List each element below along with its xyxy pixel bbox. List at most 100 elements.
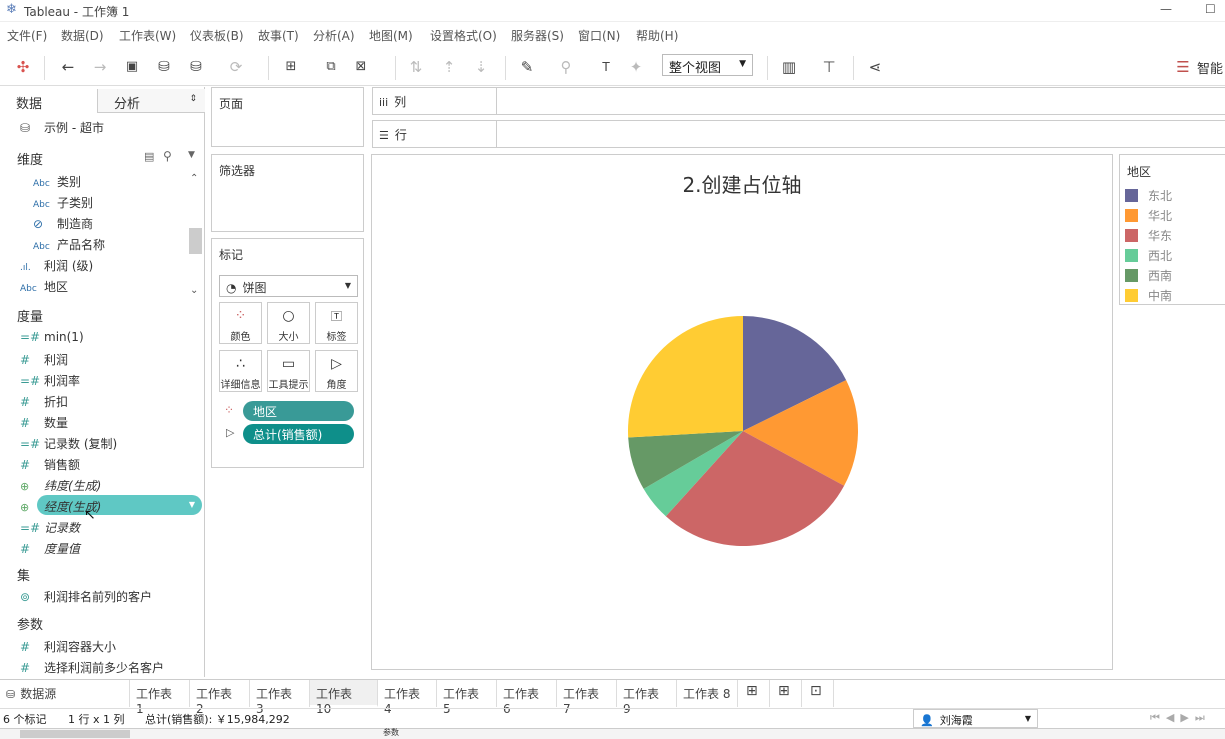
size-button[interactable]: ○ 大小 <box>267 302 310 344</box>
scroll-up-icon[interactable]: ⌃ <box>190 173 198 184</box>
menu-dashboard[interactable]: 仪表板(B) <box>190 27 244 44</box>
filters-shelf[interactable]: 筛选器 <box>211 154 364 232</box>
color-button[interactable]: ⁘ 颜色 <box>219 302 262 344</box>
tab-sheet-1[interactable]: 工作表 1 <box>130 680 190 716</box>
tab-sheet-3[interactable]: 工作表 3 <box>250 680 310 716</box>
new-worksheet-icon[interactable]: ⊞ <box>280 56 302 78</box>
menu-server[interactable]: 服务器(S) <box>511 27 564 44</box>
angle-button[interactable]: ▷ 角度 <box>315 350 358 392</box>
legend-item-northeast[interactable]: 东北 <box>1125 187 1172 203</box>
legend-item-southwest[interactable]: 西南 <box>1125 267 1172 283</box>
scrollbar-thumb[interactable] <box>189 228 202 254</box>
dimension-category[interactable]: Abc 类别 <box>33 173 81 193</box>
set-top-customers[interactable]: ⊚ 利润排名前列的客户 <box>20 588 152 608</box>
list-view-icon[interactable]: ▤ <box>144 150 154 163</box>
tab-sheet-8[interactable]: 工作表 8 <box>677 680 738 707</box>
fit-select[interactable]: 整个视图 ▼ <box>662 54 753 76</box>
show-cards-icon[interactable]: ▥ <box>778 56 800 78</box>
menu-map[interactable]: 地图(M) <box>369 27 413 44</box>
tooltip-button[interactable]: ▭ 工具提示 <box>267 350 310 392</box>
pill-sum-sales[interactable]: 总计(销售额) <box>243 424 354 444</box>
legend-item-east[interactable]: 华东 <box>1125 227 1172 243</box>
tab-sheet-7[interactable]: 工作表 7 <box>557 680 617 716</box>
new-story-icon[interactable]: ⊡ <box>802 680 834 707</box>
undo-icon[interactable]: ← <box>57 56 79 78</box>
pill-region[interactable]: 地区 <box>243 401 354 421</box>
swap-icon[interactable]: ⇅ <box>405 56 427 78</box>
detail-button[interactable]: ∴ 详细信息 <box>219 350 262 392</box>
legend-item-central-south[interactable]: 中南 <box>1125 287 1172 303</box>
measure-min1[interactable]: =# min(1) <box>20 330 84 350</box>
tab-data[interactable]: 数据 <box>0 89 97 113</box>
rows-shelf[interactable]: ☰ 行 <box>372 120 1225 148</box>
highlight-icon[interactable]: ✎ <box>516 56 538 78</box>
menu-file[interactable]: 文件(F) <box>7 27 47 44</box>
pie-slice-5[interactable] <box>628 316 743 438</box>
sort-ascending-icon[interactable]: ⇡ <box>438 56 460 78</box>
new-dashboard-icon[interactable]: ⊞ <box>770 680 802 707</box>
duplicate-sheet-icon[interactable]: ⧉ <box>320 56 342 78</box>
save-icon[interactable]: ▣ <box>121 56 143 78</box>
measure-values[interactable]: # 度量值 <box>20 540 80 560</box>
measure-sales[interactable]: # 销售额 <box>20 456 80 476</box>
tab-sheet-9[interactable]: 工作表 9 <box>617 680 677 716</box>
measure-record-count[interactable]: =# 记录数 <box>20 519 80 539</box>
menu-story[interactable]: 故事(T) <box>258 27 299 44</box>
menu-worksheet[interactable]: 工作表(W) <box>119 27 176 44</box>
show-labels-icon[interactable]: T <box>595 56 617 78</box>
share-icon[interactable]: ⋖ <box>864 56 886 78</box>
search-icon[interactable]: ⚲ <box>163 149 172 163</box>
measure-latitude[interactable]: ⊕ 纬度(生成) <box>20 477 101 497</box>
tab-datasource[interactable]: ⛁ 数据源 <box>0 680 130 707</box>
menu-analysis[interactable]: 分析(A) <box>313 27 355 44</box>
menu-window[interactable]: 窗口(N) <box>578 27 620 44</box>
legend-item-northwest[interactable]: 西北 <box>1125 247 1172 263</box>
tab-sheet-4[interactable]: 工作表 4 <box>378 680 437 716</box>
dimension-profit-bin[interactable]: .ıl. 利润 (级) <box>20 257 93 277</box>
dimension-product-name[interactable]: Abc 产品名称 <box>33 236 105 256</box>
scroll-down-icon[interactable]: ⌄ <box>190 285 198 296</box>
sheet-nav-icon[interactable]: ⏮◀▶⏭ <box>1150 711 1211 725</box>
legend-item-north[interactable]: 华北 <box>1125 207 1172 223</box>
chevron-down-icon[interactable]: ▼ <box>189 500 195 509</box>
show-me-label[interactable]: 智能 <box>1197 58 1223 77</box>
pause-updates-icon[interactable]: ⛁ <box>185 56 207 78</box>
menu-format[interactable]: 设置格式(O) <box>430 27 497 44</box>
new-datasource-icon[interactable]: ⛁ <box>153 56 175 78</box>
clear-sheet-icon[interactable]: ⊠ <box>350 56 372 78</box>
measure-profit[interactable]: # 利润 <box>20 351 68 371</box>
label-button[interactable]: 🅃 标签 <box>315 302 358 344</box>
tab-sheet-2[interactable]: 工作表 2 <box>190 680 250 716</box>
tab-sheet-5[interactable]: 工作表 5 <box>437 680 497 716</box>
maximize-icon[interactable]: ☐ <box>1205 2 1216 16</box>
param-profit-bin-size[interactable]: # 利润容器大小 <box>20 638 116 658</box>
measure-profit-ratio[interactable]: =# 利润率 <box>20 372 80 392</box>
measure-discount[interactable]: # 折扣 <box>20 393 68 413</box>
tab-sheet-10[interactable]: 工作表 10 <box>310 680 378 716</box>
redo-icon[interactable]: → <box>89 56 111 78</box>
dimension-region[interactable]: Abc 地区 <box>20 278 68 298</box>
dimension-subcategory[interactable]: Abc 子类别 <box>33 194 93 214</box>
columns-shelf[interactable]: iii 列 <box>372 87 1225 115</box>
sort-descending-icon[interactable]: ⇣ <box>470 56 492 78</box>
new-worksheet-icon[interactable]: ⊞ <box>738 680 770 707</box>
minimize-icon[interactable]: — <box>1160 2 1172 16</box>
viz-view[interactable]: 2.创建占位轴 <box>371 154 1113 670</box>
pages-shelf[interactable]: 页面 <box>211 87 364 147</box>
presentation-mode-icon[interactable]: ⊤ <box>818 56 840 78</box>
group-icon[interactable]: ⚲ <box>555 56 577 78</box>
user-menu[interactable]: 👤 刘海霞 ▼ <box>913 709 1038 728</box>
param-top-customers[interactable]: # 选择利润前多少名客户 <box>20 659 164 679</box>
mark-type-select[interactable]: ◔ 饼图 ▼ <box>219 275 358 297</box>
tab-analysis[interactable]: 分析 ⇕ <box>97 89 205 113</box>
dimension-manufacturer[interactable]: ⊘ 制造商 <box>33 215 93 235</box>
chevron-down-icon[interactable]: ▼ <box>188 150 195 160</box>
measure-quantity[interactable]: # 数量 <box>20 414 68 434</box>
tab-sheet-6[interactable]: 工作表 6 <box>497 680 557 716</box>
pie-chart[interactable] <box>627 315 859 547</box>
tableau-start-icon[interactable]: ✣ <box>12 56 34 78</box>
scrollbar-thumb[interactable] <box>20 730 130 738</box>
refresh-icon[interactable]: ⟳ <box>225 56 247 78</box>
menu-data[interactable]: 数据(D) <box>61 27 104 44</box>
show-me-icon[interactable]: ☰ <box>1172 56 1194 78</box>
